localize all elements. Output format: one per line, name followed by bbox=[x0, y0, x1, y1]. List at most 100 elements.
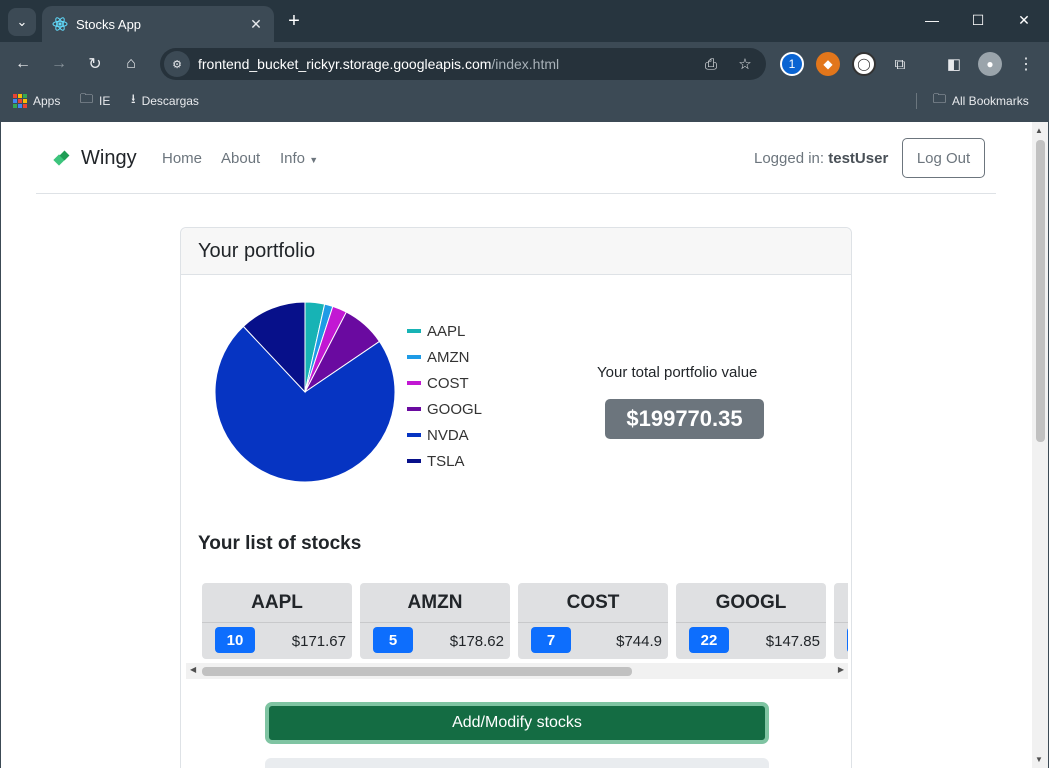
back-arrow-icon[interactable]: ← bbox=[9, 50, 37, 78]
react-icon bbox=[52, 17, 68, 31]
address-bar[interactable]: ⚙ frontend_bucket_rickyr.storage.googlea… bbox=[160, 48, 766, 80]
bookmark-ie[interactable]: 🗀 IE bbox=[80, 91, 110, 111]
home-icon[interactable]: ⌂ bbox=[117, 50, 145, 78]
legend-label: GOOGL bbox=[427, 400, 483, 418]
maximize-icon[interactable]: ☐ bbox=[955, 6, 1001, 34]
browser-tab[interactable]: Stocks App ✕ bbox=[42, 6, 274, 42]
url-path: /index.html bbox=[491, 56, 560, 72]
stock-quantity-badge: 10 bbox=[215, 627, 255, 653]
logged-in-label: Logged in: bbox=[754, 150, 825, 167]
forward-arrow-icon[interactable]: → bbox=[45, 50, 73, 78]
legend-label: COST bbox=[427, 374, 469, 392]
tab-close-icon[interactable]: ✕ bbox=[246, 14, 266, 34]
legend-swatch bbox=[407, 433, 421, 437]
legend-item-cost[interactable]: COST bbox=[407, 370, 482, 396]
bookmark-descargas-label: Descargas bbox=[141, 94, 199, 108]
legend-label: AAPL bbox=[427, 322, 466, 340]
stock-price: $171.67 bbox=[291, 633, 346, 650]
legend-item-amzn[interactable]: AMZN bbox=[407, 344, 482, 370]
wingy-logo-icon bbox=[53, 150, 70, 166]
vertical-scroll-thumb[interactable] bbox=[1036, 140, 1045, 442]
nav-home-link[interactable]: Home bbox=[162, 150, 202, 167]
legend-swatch bbox=[407, 329, 421, 333]
browser-toolbar: ← → ↻ ⌂ ⚙ frontend_bucket_rickyr.storage… bbox=[0, 42, 1049, 86]
legend-label: NVDA bbox=[427, 426, 469, 444]
legend-swatch bbox=[407, 355, 421, 359]
url-host: frontend_bucket_rickyr.storage.googleapi… bbox=[198, 56, 492, 72]
stock-card[interactable]: GOOGL 22 $147.85 bbox=[676, 583, 826, 659]
secondary-button-partial[interactable] bbox=[265, 758, 769, 768]
all-bookmarks[interactable]: 🗀 All Bookmarks bbox=[933, 91, 1029, 111]
stock-quantity-badge: 22 bbox=[689, 627, 729, 653]
scroll-up-arrow-icon[interactable]: ▲ bbox=[1035, 126, 1043, 135]
tab-strip: ⌄ Stocks App ✕ + — ☐ ✕ bbox=[0, 0, 1049, 42]
stock-quantity-badge: 5 bbox=[373, 627, 413, 653]
scroll-left-arrow-icon[interactable]: ◀ bbox=[190, 665, 196, 674]
window-close-icon[interactable]: ✕ bbox=[1001, 6, 1047, 34]
logged-in-status: Logged in: testUser bbox=[754, 150, 888, 167]
nav-info-dropdown[interactable]: Info ▼ bbox=[280, 150, 318, 167]
browser-window: ⌄ Stocks App ✕ + — ☐ ✕ ← → ↻ ⌂ ⚙ fronten… bbox=[0, 0, 1049, 768]
tab-title: Stocks App bbox=[76, 16, 142, 32]
stock-symbol: AAPL bbox=[202, 583, 352, 623]
stock-symbol-partial bbox=[834, 583, 848, 623]
legend-item-googl[interactable]: GOOGL bbox=[407, 396, 482, 422]
extensions-puzzle-icon[interactable]: ⧉ bbox=[888, 52, 912, 76]
profile-avatar[interactable]: ● bbox=[978, 52, 1002, 76]
folder-icon: 🗀 bbox=[80, 91, 94, 106]
brand[interactable]: Wingy bbox=[53, 147, 137, 170]
reload-icon[interactable]: ↻ bbox=[81, 50, 109, 78]
legend-label: AMZN bbox=[427, 348, 470, 366]
legend-label: TSLA bbox=[427, 452, 465, 470]
minimize-icon[interactable]: — bbox=[909, 6, 955, 34]
scroll-right-arrow-icon[interactable]: ▶ bbox=[838, 665, 844, 674]
stock-list-title: Your list of stocks bbox=[198, 533, 362, 554]
stock-price: $178.62 bbox=[449, 633, 504, 650]
site-navbar: Wingy Home About Info ▼ Logged in: testU… bbox=[36, 122, 996, 194]
total-value-label: Your total portfolio value bbox=[597, 364, 758, 381]
all-bookmarks-label: All Bookmarks bbox=[952, 94, 1029, 108]
legend-item-tsla[interactable]: TSLA bbox=[407, 448, 482, 474]
bookmark-descargas[interactable]: ⭳ Descargas bbox=[131, 91, 199, 111]
install-app-icon[interactable]: ⎙ bbox=[698, 51, 724, 77]
stock-quantity-badge-partial bbox=[847, 627, 848, 653]
add-modify-stocks-button[interactable]: Add/Modify stocks bbox=[265, 702, 769, 744]
legend-item-nvda[interactable]: NVDA bbox=[407, 422, 482, 448]
brand-name: Wingy bbox=[81, 147, 137, 169]
stock-card[interactable]: AMZN 5 $178.62 bbox=[360, 583, 510, 659]
scroll-down-arrow-icon[interactable]: ▼ bbox=[1035, 755, 1043, 764]
metamask-fox-icon[interactable]: ◆ bbox=[816, 52, 840, 76]
stock-card[interactable]: AAPL 10 $171.67 bbox=[202, 583, 352, 659]
bookmark-apps[interactable]: Apps bbox=[13, 91, 60, 111]
extension-ring-icon[interactable]: ◯ bbox=[852, 52, 876, 76]
total-value-badge: $199770.35 bbox=[605, 399, 764, 439]
nav-about-link[interactable]: About bbox=[221, 150, 260, 167]
stock-card[interactable]: COST 7 $744.9 bbox=[518, 583, 668, 659]
new-tab-plus-icon[interactable]: + bbox=[282, 9, 306, 33]
legend-item-aapl[interactable]: AAPL bbox=[407, 318, 482, 344]
stock-symbol: AMZN bbox=[360, 583, 510, 623]
page-scrollbar[interactable]: ▲ ▼ bbox=[1032, 122, 1048, 768]
stock-strip-scrollbar[interactable]: ◀ ▶ bbox=[186, 663, 848, 679]
side-panel-icon[interactable]: ◧ bbox=[942, 52, 966, 76]
portfolio-pie-chart bbox=[214, 301, 396, 483]
stock-symbol: COST bbox=[518, 583, 668, 623]
password-manager-icon[interactable]: 1 bbox=[780, 52, 804, 76]
legend-swatch bbox=[407, 381, 421, 385]
stock-card-partial[interactable] bbox=[834, 583, 848, 659]
bookmark-apps-label: Apps bbox=[33, 94, 61, 108]
legend-swatch bbox=[407, 407, 421, 411]
menu-kebab-icon[interactable]: ⋮ bbox=[1014, 52, 1038, 76]
bookmark-star-icon[interactable]: ☆ bbox=[732, 51, 758, 77]
logout-button[interactable]: Log Out bbox=[902, 138, 985, 178]
site-info-icon[interactable]: ⚙ bbox=[164, 51, 190, 77]
stock-price: $147.85 bbox=[765, 633, 820, 650]
pie-legend: AAPL AMZN COST GOOGL NVDA TSLA bbox=[407, 318, 482, 474]
horizontal-scroll-thumb[interactable] bbox=[202, 667, 632, 676]
apps-grid-icon bbox=[13, 94, 27, 108]
tab-search-chevron-icon[interactable]: ⌄ bbox=[8, 8, 36, 36]
url-text[interactable]: frontend_bucket_rickyr.storage.googleapi… bbox=[198, 56, 698, 72]
portfolio-card: Your portfolio AAPL AMZN COST GOOGL NVDA TSLA… bbox=[180, 227, 852, 768]
username: testUser bbox=[828, 150, 889, 167]
stock-symbol: GOOGL bbox=[676, 583, 826, 623]
